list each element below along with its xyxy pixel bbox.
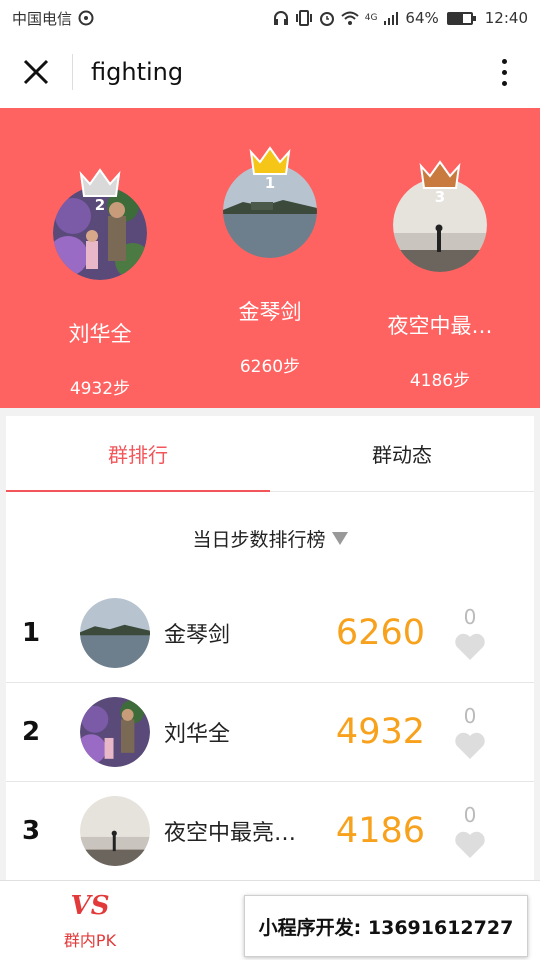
member-name: 夜空中最亮…: [164, 821, 297, 846]
crown-icon: [419, 160, 461, 189]
more-dot-icon: [501, 80, 507, 86]
tab-group-ranking[interactable]: 群排行: [6, 416, 270, 492]
like-count: 0: [463, 605, 477, 629]
podium-second[interactable]: 2 刘华全 4932步: [10, 168, 190, 399]
like-button[interactable]: 0: [425, 605, 515, 661]
ranking-card: 群排行 群动态 当日步数排行榜 1 金琴剑 6260 0 2 刘华全 4932 …: [6, 416, 534, 881]
more-dot-icon: [501, 58, 507, 64]
heart-icon: [455, 633, 485, 660]
ranking-subtitle: 当日步数排行榜: [192, 528, 326, 551]
avatar: [80, 697, 150, 767]
heart-icon: [455, 732, 485, 759]
table-row[interactable]: 2 刘华全 4932 0: [6, 683, 534, 782]
like-count: 0: [463, 704, 477, 728]
developer-banner: 小程序开发: 13691612727: [244, 895, 528, 957]
table-row[interactable]: 1 金琴剑 6260 0: [6, 584, 534, 683]
status-bar: 中国电信 4G 64% 12:40: [0, 0, 540, 36]
avatar: 1: [223, 146, 317, 258]
podium-steps: 6260步: [239, 357, 301, 377]
like-count: 0: [463, 803, 477, 827]
rank-number: 1: [22, 618, 41, 648]
avatar: [80, 598, 150, 668]
more-dot-icon: [501, 69, 507, 75]
podium-steps: 4186步: [409, 371, 471, 391]
app-header: fighting: [0, 36, 540, 108]
step-count: 4186: [335, 811, 425, 851]
avatar: [80, 796, 150, 866]
podium-name: 刘华全: [68, 322, 132, 346]
step-count: 6260: [335, 613, 425, 653]
more-options-button[interactable]: [468, 36, 540, 108]
tab-bar: 群排行 群动态: [6, 416, 534, 492]
podium-rank-label: 1: [264, 174, 276, 192]
rank-number: 2: [22, 717, 41, 747]
headphones-icon: [273, 11, 288, 25]
close-icon: [23, 59, 49, 85]
alarm-icon: [319, 12, 334, 26]
group-pk-tab[interactable]: VS 群内PK: [48, 891, 132, 951]
carrier-label: 中国电信: [12, 9, 73, 28]
page-title: fighting: [91, 58, 184, 86]
wifi-icon: [341, 11, 359, 25]
vs-logo-icon: VS: [70, 891, 110, 921]
crown-icon: [249, 146, 291, 175]
vibrate-icon: [295, 10, 312, 26]
crown-icon: [79, 168, 121, 197]
avatar: 3: [393, 160, 487, 272]
clock: 12:40: [484, 9, 528, 27]
signal-icon: [384, 12, 399, 25]
like-button[interactable]: 0: [425, 803, 515, 859]
rank-number: 3: [22, 816, 41, 846]
heart-icon: [455, 831, 485, 858]
member-name: 金琴剑: [164, 623, 231, 648]
podium-name: 夜空中最…: [387, 314, 493, 338]
battery-percent: 64%: [405, 9, 439, 27]
table-row[interactable]: 3 夜空中最亮… 4186 0: [6, 782, 534, 881]
member-name: 刘华全: [164, 722, 231, 747]
network-type-label: 4G: [364, 13, 378, 23]
battery-icon: [446, 11, 476, 25]
close-button[interactable]: [0, 36, 72, 108]
top-three-podium: 2 刘华全 4932步 1 金琴剑 6260步 3 夜空中最… 4186步: [0, 108, 540, 408]
hd-call-icon: [78, 10, 94, 26]
podium-rank-label: 3: [434, 188, 446, 206]
group-pk-label: 群内PK: [63, 931, 117, 950]
tab-group-activity[interactable]: 群动态: [270, 416, 534, 491]
ranking-type-selector[interactable]: 当日步数排行榜: [6, 492, 534, 584]
podium-steps: 4932步: [69, 379, 131, 399]
podium-rank-label: 2: [94, 196, 106, 214]
avatar: 2: [53, 168, 147, 280]
like-button[interactable]: 0: [425, 704, 515, 760]
podium-first[interactable]: 1 金琴剑 6260步: [180, 146, 360, 377]
podium-name: 金琴剑: [238, 300, 302, 324]
podium-third[interactable]: 3 夜空中最… 4186步: [350, 160, 530, 391]
dropdown-triangle-icon: [331, 531, 348, 545]
step-count: 4932: [335, 712, 425, 752]
bottom-bar: VS 群内PK 小程序开发: 13691612727: [0, 880, 540, 960]
